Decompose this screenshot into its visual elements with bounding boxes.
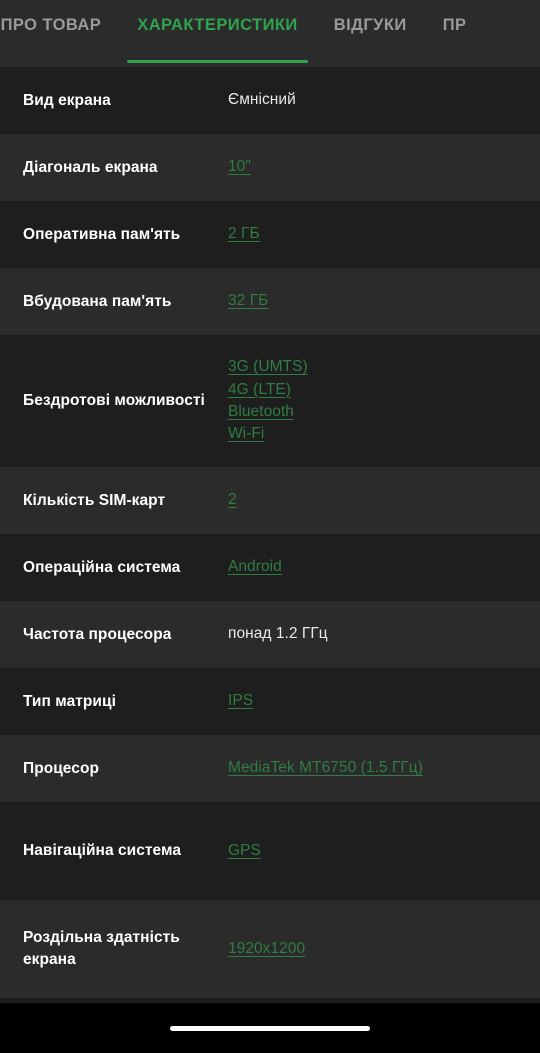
spec-label: Оперативна пам'ять	[23, 225, 181, 243]
spec-row: Оперативна пам'ять 2 ГБ	[0, 201, 540, 268]
spec-label: Діагональ екрана	[23, 158, 158, 176]
spec-value: GPS	[228, 840, 517, 862]
spec-row: Бездротові можливості 3G (UMTS) 4G (LTE) Bl…	[0, 335, 540, 467]
spec-row: Тип матриці IPS	[0, 668, 540, 735]
spec-value-link[interactable]: MediaTek MT6750 (1.5 ГГц)	[228, 757, 423, 779]
tab-active-underline	[0, 60, 111, 63]
home-indicator[interactable]	[170, 1025, 370, 1031]
spec-value: IPS	[228, 690, 517, 712]
spec-row: Роздільна здатність екрана 1920x1200	[0, 900, 540, 998]
tab-bar[interactable]: ВСЕ ПРО ТОВАР ХАРАКТЕРИСТИКИ ВІДГУКИ ПР	[0, 0, 540, 67]
spec-value: 2	[228, 489, 517, 511]
spec-row: Частота процесора понад 1.2 ГГц	[0, 601, 540, 668]
spec-label: Роздільна здатність екрана	[23, 929, 180, 968]
spec-row: Вбудована пам'ять 32 ГБ	[0, 268, 540, 335]
tab-пр[interactable]: ПР	[425, 0, 485, 67]
tab-label: ХАРАКТЕРИСТИКИ	[137, 16, 298, 34]
tab-label: ВСЕ ПРО ТОВАР	[0, 16, 102, 34]
spec-value-link[interactable]: IPS	[228, 690, 253, 712]
spec-value-link[interactable]: Bluetooth	[228, 401, 294, 423]
spec-value: понад 1.2 ГГц	[228, 623, 517, 645]
spec-value-link[interactable]: 2 ГБ	[228, 223, 260, 245]
spec-value-link[interactable]: Wi-Fi	[228, 423, 264, 445]
spec-value: Ємнісний	[228, 89, 517, 111]
system-navigation-bar	[0, 1003, 540, 1053]
spec-row: Процесор MediaTek MT6750 (1.5 ГГц)	[0, 735, 540, 802]
tab-все-про-товар[interactable]: ВСЕ ПРО ТОВАР	[0, 0, 119, 67]
spec-label: Вбудована пам'ять	[23, 292, 172, 310]
spec-value: Android	[228, 556, 517, 578]
spec-row: Навігаційна система GPS	[0, 802, 540, 900]
spec-label: Тип матриці	[23, 692, 116, 710]
spec-label: Бездротові можливості	[23, 392, 205, 409]
spec-value-link[interactable]: 4G (LTE)	[228, 379, 291, 401]
tab-характеристики[interactable]: ХАРАКТЕРИСТИКИ	[119, 0, 316, 67]
spec-label: Процесор	[23, 759, 99, 777]
spec-value: 10"	[228, 156, 517, 178]
spec-value: 32 ГБ	[228, 290, 517, 312]
spec-label: Навігаційна система	[23, 842, 181, 859]
spec-row: Кількість SIM-карт 2	[0, 467, 540, 534]
specifications-table: Вид екрана Ємнісний Діагональ екрана 10" Опе…	[0, 67, 540, 1003]
spec-label: Вид екрана	[23, 91, 111, 109]
spec-label: Кількість SIM-карт	[23, 491, 166, 509]
spec-value-link[interactable]: 1920x1200	[228, 938, 305, 960]
spec-value-link[interactable]: 3G (UMTS)	[228, 356, 308, 378]
spec-row: Діагональ екрана 10"	[0, 134, 540, 201]
tab-active-underline	[324, 60, 417, 63]
spec-label: Частота процесора	[23, 625, 172, 643]
spec-value-link[interactable]: GPS	[228, 840, 261, 862]
spec-row: Операційна система Android	[0, 534, 540, 601]
spec-value: 2 ГБ	[228, 223, 517, 245]
spec-value: 3G (UMTS) 4G (LTE) Bluetooth Wi-Fi	[228, 356, 517, 446]
tab-label: ПР	[442, 16, 467, 34]
spec-row: Вид екрана Ємнісний	[0, 67, 540, 134]
spec-value: MediaTek MT6750 (1.5 ГГц)	[228, 757, 517, 779]
tab-bar-scroll-container[interactable]: ВСЕ ПРО ТОВАР ХАРАКТЕРИСТИКИ ВІДГУКИ ПР	[0, 0, 484, 67]
spec-value-link[interactable]: Android	[228, 556, 282, 578]
tab-label: ВІДГУКИ	[333, 16, 407, 34]
spec-value-link[interactable]: 10"	[228, 156, 251, 178]
spec-value-text: понад 1.2 ГГц	[228, 625, 328, 643]
spec-label: Операційна система	[23, 558, 181, 576]
spec-value: 1920x1200	[228, 938, 517, 960]
tab-відгуки[interactable]: ВІДГУКИ	[316, 0, 425, 67]
tab-active-underline	[433, 60, 477, 63]
product-specifications-screen: ВСЕ ПРО ТОВАР ХАРАКТЕРИСТИКИ ВІДГУКИ ПР Вид…	[0, 0, 540, 1053]
spec-value-link[interactable]: 2	[228, 489, 237, 511]
spec-value-link[interactable]: 32 ГБ	[228, 290, 268, 312]
spec-value-text: Ємнісний	[228, 91, 296, 109]
tab-active-underline	[127, 60, 308, 63]
